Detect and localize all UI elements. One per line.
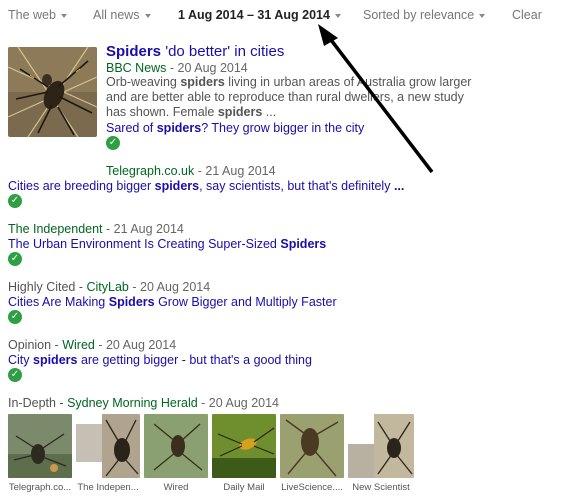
date-range-dropdown[interactable]: 1 Aug 2014 – 31 Aug 2014 xyxy=(178,8,341,22)
snippet-keyword: spiders xyxy=(180,75,225,89)
spider-image xyxy=(280,414,344,478)
result-title-text: Grow Bigger and Multiply Faster xyxy=(154,295,337,309)
caret-down-icon xyxy=(479,13,486,18)
result-source: The Independent xyxy=(8,222,103,236)
result-meta: The Independent - 21 Aug 2014 xyxy=(8,222,184,236)
result-title-text: The Urban Environment Is Creating Super-… xyxy=(8,237,281,251)
snippet-keyword: spiders xyxy=(217,105,263,119)
result-title-text: , say scientists, but that's definitely xyxy=(199,179,394,193)
result-meta: Opinion - Wired - 20 Aug 2014 xyxy=(8,338,176,352)
web-filter-label: The web xyxy=(8,8,56,22)
related-text: ? They grow bigger in the city xyxy=(201,121,365,135)
news-filter-label: All news xyxy=(93,8,140,22)
caret-down-icon xyxy=(334,13,341,18)
news-filter-dropdown[interactable]: All news xyxy=(93,8,151,22)
spider-image xyxy=(8,414,72,478)
thumbnail-caption: Daily Mail xyxy=(223,482,265,493)
result-source: Wired xyxy=(62,338,95,352)
thumbnail-caption: New Scientist xyxy=(352,482,410,493)
result-title-link[interactable]: Cities are breeding bigger spiders, say … xyxy=(8,179,404,193)
caret-down-icon xyxy=(144,13,151,18)
result-source: CityLab xyxy=(86,280,129,294)
check-circle-icon: ✓ xyxy=(8,252,22,266)
main-result-snippet: Orb-weaving spiders living in urban area… xyxy=(106,75,476,120)
result-meta: Telegraph.co.uk - 21 Aug 2014 xyxy=(106,164,276,178)
spider-image xyxy=(212,414,276,478)
result-label: Opinion - xyxy=(8,338,63,352)
main-result-title-link[interactable]: Spiders 'do better' in cities xyxy=(106,43,284,60)
snippet-text: has shown. Female xyxy=(106,105,218,119)
main-result-thumbnail[interactable] xyxy=(8,47,97,137)
result-title-text: City xyxy=(8,353,33,367)
in-depth-date: - 20 Aug 2014 xyxy=(197,396,280,410)
in-depth-meta: In-Depth - Sydney Morning Herald - 20 Au… xyxy=(8,396,279,410)
thumbnail-caption: LiveScience.... xyxy=(281,482,343,493)
snippet-line: and are better able to reproduce than ru… xyxy=(106,90,464,104)
check-circle-icon: ✓ xyxy=(106,136,120,150)
result-title-text: Cities Are Making xyxy=(8,295,109,309)
check-circle-icon: ✓ xyxy=(8,368,22,382)
spider-image xyxy=(8,47,97,137)
result-date: - 21 Aug 2014 xyxy=(102,222,184,236)
check-circle-icon: ✓ xyxy=(8,194,22,208)
snippet-text: living in urban areas of Australia grow … xyxy=(224,75,472,89)
result-label: Highly Cited - xyxy=(8,280,87,294)
result-source: Telegraph.co.uk xyxy=(106,164,195,178)
date-range-label: 1 Aug 2014 – 31 Aug 2014 xyxy=(178,8,330,22)
thumbnail-caption: Wired xyxy=(163,482,189,493)
result-title-keyword: Spiders xyxy=(280,237,327,251)
web-filter-dropdown[interactable]: The web xyxy=(8,8,67,22)
related-text: Sared of xyxy=(106,121,157,135)
clear-button[interactable]: Clear xyxy=(512,8,542,22)
caret-down-icon xyxy=(60,13,67,18)
result-title-keyword: Spiders xyxy=(108,295,155,309)
clear-label: Clear xyxy=(512,8,542,22)
thumbnail-caption: The Indepen... xyxy=(77,482,139,493)
result-title-keyword: spiders xyxy=(33,353,78,367)
sort-label: Sorted by relevance xyxy=(363,8,475,22)
result-date: - 21 Aug 2014 xyxy=(194,164,276,178)
result-title-text: Cities are breeding bigger xyxy=(8,179,155,193)
main-result-source: BBC News xyxy=(106,61,167,75)
result-meta: Highly Cited - CityLab - 20 Aug 2014 xyxy=(8,280,210,294)
title-rest: 'do better' in cities xyxy=(161,43,285,60)
result-date: - 20 Aug 2014 xyxy=(128,280,211,294)
check-circle-icon: ✓ xyxy=(8,310,22,324)
search-tools-bar: The web All news 1 Aug 2014 – 31 Aug 201… xyxy=(0,0,563,32)
title-keyword: Spiders xyxy=(106,43,162,60)
result-title-keyword: spiders xyxy=(154,179,200,193)
spider-image xyxy=(76,414,140,478)
main-result-meta: BBC News - 20 Aug 2014 xyxy=(106,61,248,75)
sort-dropdown[interactable]: Sorted by relevance xyxy=(363,8,486,22)
snippet-text: ... xyxy=(262,105,277,119)
main-result-date: - 20 Aug 2014 xyxy=(166,61,248,75)
in-depth-label: In-Depth - xyxy=(8,396,68,410)
result-title-text: are getting bigger - but that's a good t… xyxy=(77,353,312,367)
result-title-link[interactable]: The Urban Environment Is Creating Super-… xyxy=(8,237,326,251)
result-title-link[interactable]: Cities Are Making Spiders Grow Bigger an… xyxy=(8,295,337,309)
in-depth-source: Sydney Morning Herald xyxy=(67,396,198,410)
spider-image xyxy=(348,414,414,478)
result-date: - 20 Aug 2014 xyxy=(94,338,177,352)
thumbnail-caption: Telegraph.co... xyxy=(8,482,72,493)
related-keyword: spiders xyxy=(156,121,202,135)
result-title-link[interactable]: City spiders are getting bigger - but th… xyxy=(8,353,312,367)
spider-image xyxy=(144,414,208,478)
related-story-link[interactable]: Sared of spiders? They grow bigger in th… xyxy=(106,121,364,135)
result-title-ellipsis: ... xyxy=(393,179,405,193)
snippet-text: Orb-weaving xyxy=(106,75,181,89)
